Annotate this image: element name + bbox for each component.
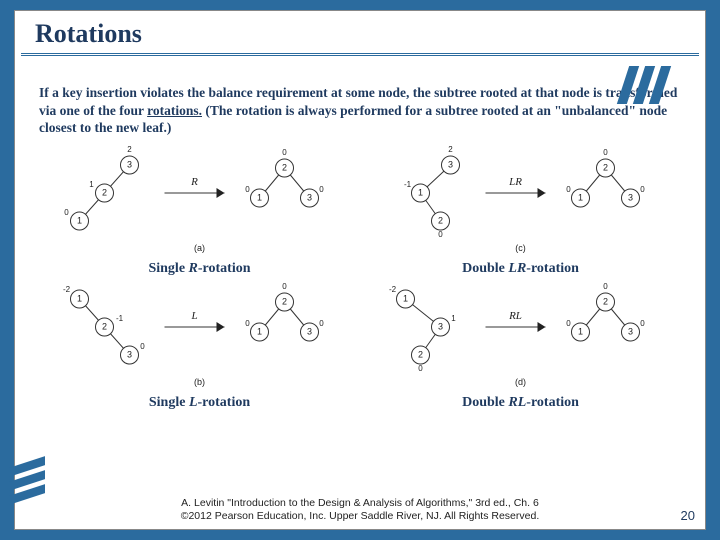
svg-text:0: 0 [418,364,423,373]
slide-body: If a key insertion violates the balance … [15,56,705,411]
svg-text:0: 0 [282,282,287,291]
svg-text:1: 1 [77,293,82,303]
svg-text:3: 3 [307,326,312,336]
caption-r: Single R-rotation [39,261,360,277]
sublabel-a: (a) [194,243,205,253]
svg-text:2: 2 [282,162,287,172]
svg-text:0: 0 [640,185,645,194]
svg-text:1: 1 [77,215,82,225]
svg-text:0: 0 [245,185,250,194]
svg-text:-1: -1 [404,180,412,189]
decor-stripes-top [623,66,665,104]
slide: Rotations If a key insertion violates th… [14,10,706,530]
svg-text:0: 0 [566,319,571,328]
slide-title: Rotations [21,11,699,56]
svg-text:2: 2 [603,296,608,306]
svg-text:1: 1 [89,180,94,189]
svg-text:1: 1 [418,187,423,197]
figure-lr-rotation: 32 1-1 20 LR 20 10 30 (c) [360,143,681,259]
svg-text:3: 3 [448,159,453,169]
svg-text:0: 0 [282,148,287,157]
caption-rl: Double RL-rotation [360,395,681,411]
figure-row-2: 1-2 2-1 30 L 20 10 30 (b) [39,277,681,393]
svg-text:-1: -1 [116,314,124,323]
caption-l: Single L-rotation [39,395,360,411]
svg-text:0: 0 [319,319,324,328]
svg-text:-2: -2 [389,285,397,294]
svg-text:0: 0 [245,319,250,328]
svg-text:1: 1 [578,326,583,336]
svg-text:0: 0 [319,185,324,194]
svg-text:0: 0 [603,148,608,157]
svg-text:3: 3 [307,192,312,202]
svg-text:0: 0 [566,185,571,194]
caption-row-1: Single R-rotation Double LR-rotation [39,261,681,277]
sublabel-d: (d) [515,377,526,387]
svg-text:2: 2 [102,187,107,197]
svg-text:0: 0 [603,282,608,291]
sublabel-b: (b) [194,377,205,387]
svg-text:2: 2 [102,321,107,331]
sublabel-c: (c) [515,243,526,253]
figure-l-rotation: 1-2 2-1 30 L 20 10 30 (b) [39,277,360,393]
svg-text:-2: -2 [63,285,71,294]
svg-text:2: 2 [603,162,608,172]
decor-stripes-left [9,462,45,499]
figure-r-rotation: 32 21 10 R 20 10 30 (a) [39,143,360,259]
svg-text:0: 0 [438,230,443,239]
svg-text:2: 2 [448,145,453,154]
svg-text:1: 1 [257,326,262,336]
op-label-L: L [190,310,197,322]
figure-row-1: 32 21 10 R 20 10 30 (a) [39,143,681,259]
svg-text:0: 0 [140,342,145,351]
svg-text:3: 3 [628,326,633,336]
svg-text:2: 2 [282,296,287,306]
svg-text:3: 3 [127,349,132,359]
caption-lr: Double LR-rotation [360,261,681,277]
svg-text:0: 0 [640,319,645,328]
op-label-R: R [190,176,198,188]
svg-text:0: 0 [64,208,69,217]
svg-text:3: 3 [628,192,633,202]
svg-text:2: 2 [438,215,443,225]
caption-row-2: Single L-rotation Double RL-rotation [39,395,681,411]
svg-text:1: 1 [451,314,456,323]
footer-line-1: A. Levitin "Introduction to the Design &… [15,497,705,510]
svg-text:2: 2 [127,145,132,154]
page-number: 20 [681,508,695,523]
footer: A. Levitin "Introduction to the Design &… [15,497,705,523]
svg-text:2: 2 [418,349,423,359]
figure-rl-rotation: 1-2 31 20 RL 20 10 30 (d) [360,277,681,393]
intro-rotations-word: rotations. [147,103,202,118]
svg-text:1: 1 [257,192,262,202]
intro-paragraph: If a key insertion violates the balance … [39,84,681,137]
svg-text:3: 3 [127,159,132,169]
footer-line-2: ©2012 Pearson Education, Inc. Upper Sadd… [15,510,705,523]
svg-text:1: 1 [403,293,408,303]
op-label-LR: LR [508,176,522,188]
op-label-RL: RL [508,310,522,322]
svg-text:3: 3 [438,321,443,331]
svg-text:1: 1 [578,192,583,202]
